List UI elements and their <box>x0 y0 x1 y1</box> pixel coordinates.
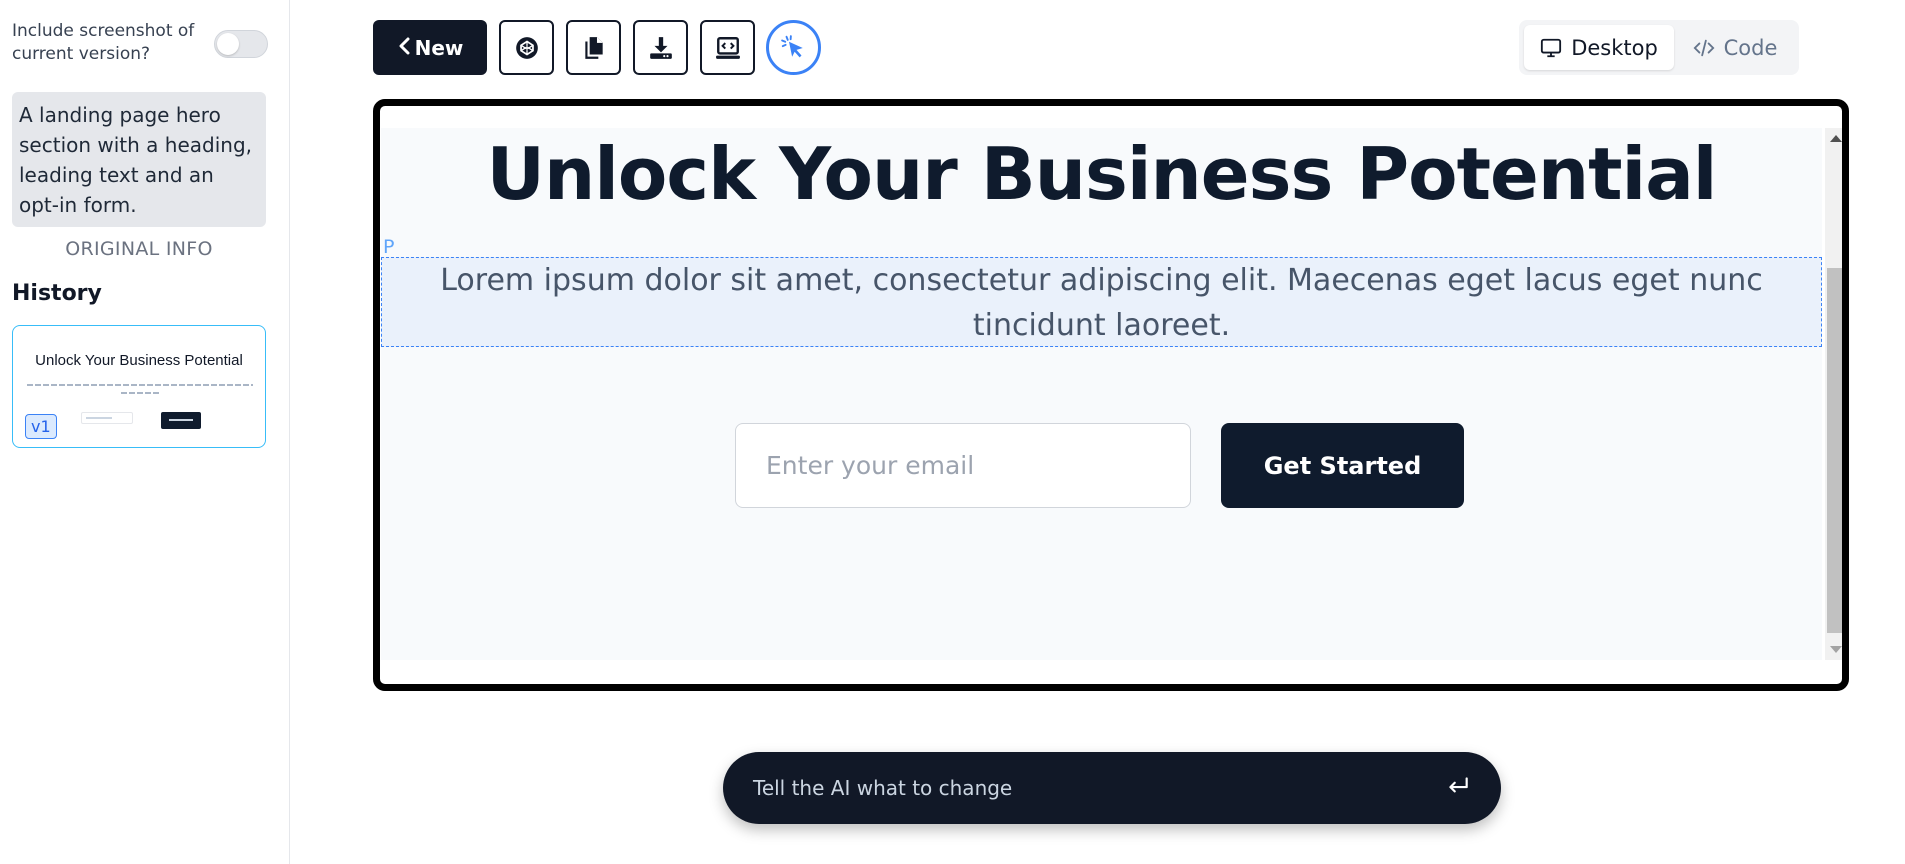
scroll-down-arrow-icon[interactable] <box>1830 646 1842 653</box>
sidebar: Include screenshot of current version? A… <box>0 0 290 864</box>
history-thumb-title: Unlock Your Business Potential <box>35 352 243 369</box>
select-cursor-icon <box>780 34 803 57</box>
hero-heading[interactable]: Unlock Your Business Potential <box>381 132 1822 216</box>
original-info-link[interactable]: ORIGINAL INFO <box>12 238 266 260</box>
preview-scrollbar[interactable] <box>1825 128 1842 660</box>
thumb-cta-button <box>161 412 201 429</box>
hero-lead-text[interactable]: Lorem ipsum dolor sit amet, consectetur … <box>381 257 1822 347</box>
email-input[interactable]: Enter your email <box>735 423 1191 508</box>
tab-code-label: Code <box>1723 35 1778 60</box>
codepen-icon <box>515 36 538 59</box>
tab-desktop-label: Desktop <box>1571 35 1658 60</box>
screenshot-toggle[interactable] <box>214 30 268 58</box>
monitor-icon <box>1541 38 1562 57</box>
preview-page: Unlock Your Business Potential P Lorem i… <box>381 128 1822 660</box>
copy-button[interactable] <box>566 20 621 75</box>
ai-change-placeholder: Tell the AI what to change <box>753 776 1013 800</box>
code-window-icon <box>715 36 740 59</box>
thumb-text-line <box>121 392 161 394</box>
screenshot-toggle-row: Include screenshot of current version? <box>12 20 268 66</box>
preview-frame: Unlock Your Business Potential P Lorem i… <box>373 99 1849 691</box>
download-icon <box>649 36 672 59</box>
thumb-text-line <box>27 384 253 386</box>
select-element-button[interactable] <box>766 20 821 75</box>
new-button-label: New <box>414 35 464 60</box>
scroll-up-arrow-icon[interactable] <box>1830 135 1842 142</box>
history-title: History <box>12 281 102 306</box>
version-badge: v1 <box>25 414 57 439</box>
prompt-text: A landing page hero section with a headi… <box>12 92 266 227</box>
code-icon <box>1693 39 1715 56</box>
tab-desktop[interactable]: Desktop <box>1524 25 1674 70</box>
chevron-left-icon <box>397 36 411 60</box>
element-tag-label: P <box>383 236 395 258</box>
enter-icon[interactable] <box>1445 773 1471 803</box>
scrollbar-thumb[interactable] <box>1827 268 1842 633</box>
get-started-button[interactable]: Get Started <box>1221 423 1464 508</box>
copy-icon <box>584 36 603 59</box>
ai-change-input[interactable]: Tell the AI what to change <box>723 752 1501 824</box>
tab-code[interactable]: Code <box>1678 25 1792 70</box>
new-button[interactable]: New <box>373 20 487 75</box>
thumb-email-input <box>81 412 133 424</box>
history-item[interactable]: Unlock Your Business Potential v1 <box>12 325 266 448</box>
download-button[interactable] <box>633 20 688 75</box>
codepen-button[interactable] <box>499 20 554 75</box>
toggle-knob <box>217 33 239 55</box>
view-mode-toggle: Desktop Code <box>1519 20 1799 75</box>
code-window-button[interactable] <box>700 20 755 75</box>
screenshot-toggle-label: Include screenshot of current version? <box>12 21 195 64</box>
